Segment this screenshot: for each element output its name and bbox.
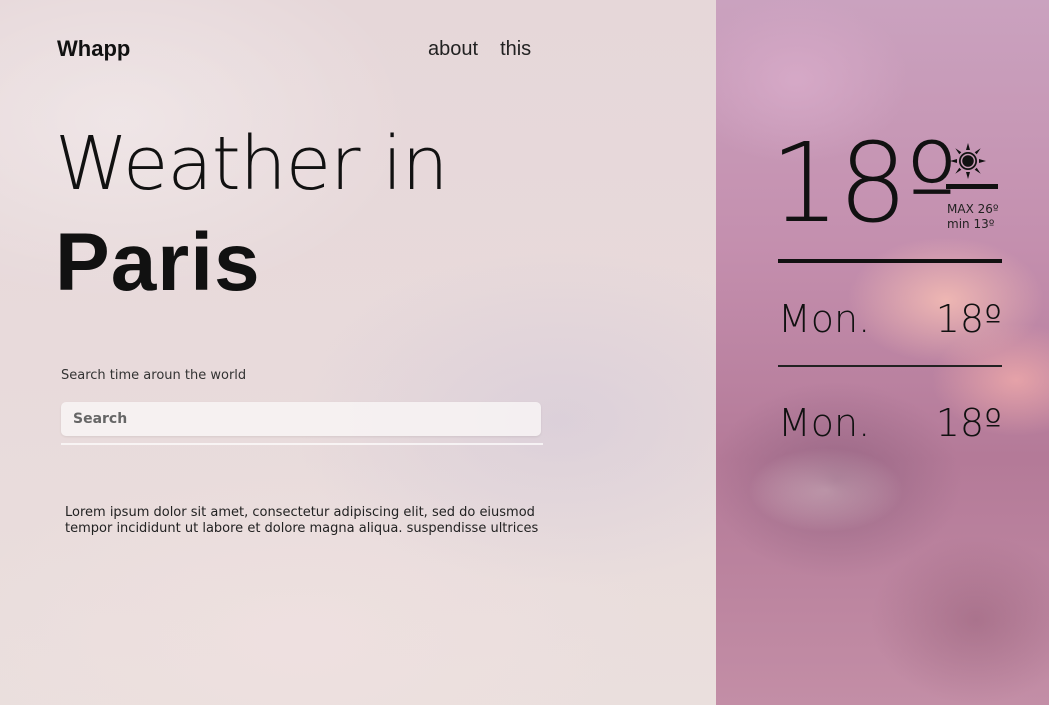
top-nav: about this xyxy=(428,38,531,61)
description-text: Lorem ipsum dolor sit amet, consectetur … xyxy=(65,505,539,536)
current-temperature: 18º xyxy=(770,119,958,247)
forecast-row: Mon. 18º xyxy=(778,300,1002,338)
app-logo[interactable]: Whapp xyxy=(57,36,130,62)
search-input[interactable] xyxy=(61,402,541,436)
forecast-day: Mon. xyxy=(778,297,871,341)
divider xyxy=(778,259,1002,263)
forecast-temperature: 18º xyxy=(935,401,1002,445)
forecast-row: Mon. 18º xyxy=(778,404,1002,442)
max-temperature: MAX 26º xyxy=(947,202,999,216)
divider xyxy=(778,365,1002,367)
nav-link-this[interactable]: this xyxy=(500,38,531,61)
weather-panel: 18º MAX 26º min 13º Mon. 18º Mon. 18º xyxy=(716,0,1049,705)
forecast-day: Mon. xyxy=(778,401,871,445)
page-title: Weather in xyxy=(55,121,449,207)
sun-icon xyxy=(950,143,986,179)
sun-underline xyxy=(946,184,998,189)
city-name: Paris xyxy=(55,217,261,308)
search-label: Search time aroun the world xyxy=(61,368,247,383)
temp-range: MAX 26º min 13º xyxy=(947,202,999,232)
min-temperature: min 13º xyxy=(947,217,995,231)
search-underline xyxy=(61,443,543,445)
main-panel: Whapp about this Weather in Paris Search… xyxy=(0,0,716,705)
nav-link-about[interactable]: about xyxy=(428,38,478,61)
forecast-temperature: 18º xyxy=(935,297,1002,341)
